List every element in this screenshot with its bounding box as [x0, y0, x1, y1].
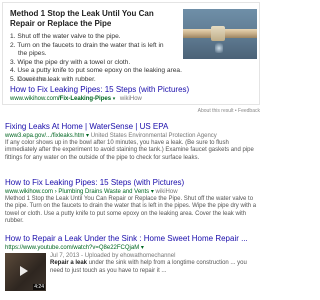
- url-dropdown-icon[interactable]: ▾: [141, 245, 144, 251]
- search-result: Fixing Leaks At Home | WaterSense | US E…: [5, 122, 257, 162]
- result-snippet: If any color shows up in the bowl after …: [5, 140, 254, 161]
- featured-step: 2. Turn on the faucets to drain the wate…: [10, 41, 164, 49]
- result-title-link[interactable]: Fixing Leaks At Home | WaterSense | US E…: [5, 122, 257, 132]
- video-meta: Jul 7, 2013 - Uploaded by ehowathomechan…: [50, 253, 176, 259]
- result-url-text: www3.epa.gov/.../fixleaks.htm: [5, 133, 85, 139]
- url-dropdown-icon[interactable]: ▾: [151, 189, 154, 195]
- video-row: 4:24 Jul 7, 2013 - Uploaded by ehowathom…: [5, 253, 257, 293]
- result-url: www3.epa.gov/.../fixleaks.htm ▾ United S…: [5, 132, 257, 140]
- result-title-link[interactable]: How to Repair a Leak Under the Sink : Ho…: [5, 234, 257, 244]
- more-items-link[interactable]: More items...: [17, 77, 52, 83]
- result-source: wikiHow: [155, 189, 178, 195]
- play-icon: [20, 266, 28, 276]
- video-thumbnail[interactable]: 4:24: [5, 253, 46, 291]
- featured-result-link[interactable]: How to Fix Leaking Pipes: 15 Steps (with…: [10, 85, 189, 95]
- result-snippet: Method 1 Stop the Leak Until You Can Rep…: [5, 196, 257, 225]
- featured-step: the pipes.: [18, 50, 47, 57]
- featured-result-url: www.wikihow.com/Fix-Leaking-Pipes ▾ wiki…: [10, 96, 142, 102]
- search-result: How to Fix Leaking Pipes: 15 Steps (with…: [5, 178, 257, 226]
- result-url: www.wikihow.com › Plumbing Drains Waste …: [5, 188, 257, 196]
- result-title-link[interactable]: How to Fix Leaking Pipes: 15 Steps (with…: [5, 178, 257, 188]
- featured-step: 4. Use a putty knife to put some epoxy o…: [10, 67, 182, 74]
- video-text: Jul 7, 2013 - Uploaded by ehowathomechan…: [50, 253, 255, 275]
- about-this-result-link[interactable]: About this result • Feedback: [198, 108, 260, 114]
- url-dropdown-icon[interactable]: ▾: [113, 96, 116, 102]
- result-url-text: www.wikihow.com: [5, 189, 54, 195]
- result-source: United States Environmental Protection A…: [90, 133, 217, 139]
- url-dropdown-icon[interactable]: ▾: [86, 133, 89, 139]
- pipe-joint-shape: [211, 26, 225, 41]
- featured-snippet: Method 1 Stop the Leak Until You Can Rep…: [2, 2, 260, 105]
- featured-source: wikiHow: [119, 96, 142, 102]
- video-result: How to Repair a Leak Under the Sink : Ho…: [5, 234, 257, 293]
- featured-url-domain: www.wikihow.com: [10, 96, 59, 102]
- result-url: https://www.youtube.com/watch?v=Q8e22FCQ…: [5, 244, 257, 252]
- result-snippet: Repair a leak under the sink with help f…: [50, 260, 255, 275]
- featured-url-path: /Fix-Leaking-Pipes: [58, 96, 112, 102]
- video-duration: 4:24: [33, 284, 45, 290]
- snippet-bold: Repair a leak: [50, 260, 88, 267]
- result-url-text: https://www.youtube.com/watch?v=Q8e22FCQ…: [5, 245, 140, 251]
- leaking-pipe-image[interactable]: [183, 9, 257, 59]
- result-breadcrumb: › Plumbing Drains Waste and Vents: [54, 189, 150, 195]
- featured-step: 3. Wipe the pipe dry with a towel or clo…: [10, 58, 131, 66]
- featured-snippet-title: Method 1 Stop the Leak Until You Can Rep…: [10, 9, 154, 28]
- water-drops-shape: [215, 41, 223, 53]
- featured-step: 1. Shut off the water valve to the pipe.: [10, 33, 121, 40]
